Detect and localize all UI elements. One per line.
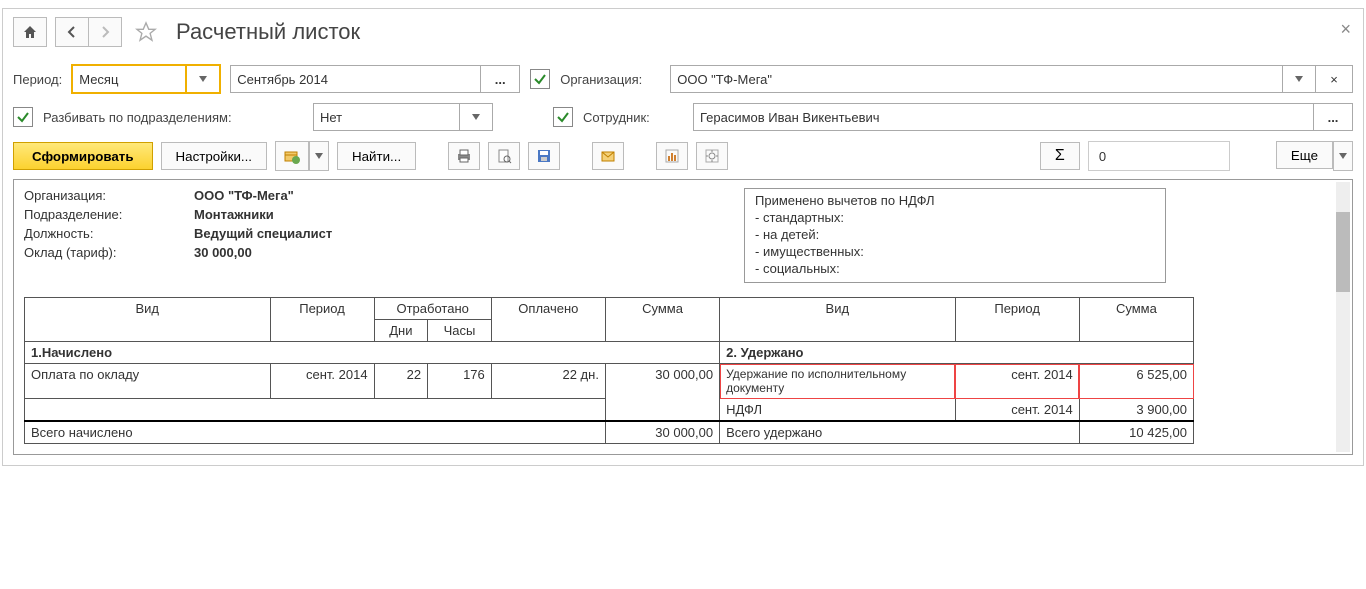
deduction-standard: - стандартных:: [755, 210, 1155, 225]
th-paid: Оплачено: [491, 298, 605, 342]
th-worked: Отработано: [374, 298, 491, 320]
org-select[interactable]: ООО "ТФ-Мега": [670, 65, 1283, 93]
org-label: Организация:: [560, 72, 660, 87]
deduction-property: - имущественных:: [755, 244, 1155, 259]
actions-dropdown[interactable]: [309, 141, 329, 171]
find-button[interactable]: Найти...: [337, 142, 416, 170]
report-area: Организация:ООО "ТФ-Мега" Подразделение:…: [13, 179, 1353, 455]
th-days: Дни: [374, 320, 428, 342]
sum-value: 0: [1088, 141, 1230, 171]
payslip-table: Вид Период Отработано Оплачено Сумма Вид…: [24, 297, 1194, 444]
period-kind-dropdown[interactable]: [186, 65, 220, 93]
th-type-l: Вид: [25, 298, 271, 342]
accrued-row-sum: 30 000,00: [605, 364, 719, 422]
actions-button[interactable]: [275, 141, 309, 171]
th-sum-r: Сумма: [1079, 298, 1193, 342]
info-org-label: Организация:: [24, 188, 194, 203]
favorite-star-icon[interactable]: [130, 18, 162, 46]
form-button[interactable]: Сформировать: [13, 142, 153, 170]
period-label: Период:: [13, 72, 62, 87]
th-period-l: Период: [270, 298, 374, 342]
email-button[interactable]: [592, 142, 624, 170]
emp-label: Сотрудник:: [583, 110, 683, 125]
total-accrued-sum: 30 000,00: [605, 421, 719, 444]
chart-button[interactable]: [656, 142, 688, 170]
info-sal-label: Оклад (тариф):: [24, 245, 194, 260]
total-accrued-label: Всего начислено: [25, 421, 606, 444]
withheld-row1-sum: 6 525,00: [1079, 364, 1193, 399]
deduction-children: - на детей:: [755, 227, 1155, 242]
org-checkbox[interactable]: [530, 69, 550, 89]
close-button[interactable]: ×: [1340, 19, 1351, 40]
info-dept-value: Монтажники: [194, 207, 274, 222]
info-pos-value: Ведущий специалист: [194, 226, 332, 241]
scrollbar[interactable]: [1336, 182, 1350, 452]
preview-button[interactable]: [488, 142, 520, 170]
accrued-row-name: Оплата по окладу: [25, 364, 271, 399]
info-sal-value: 30 000,00: [194, 245, 252, 260]
forward-button[interactable]: [88, 17, 122, 47]
info-org-value: ООО "ТФ-Мега": [194, 188, 294, 203]
emp-picker[interactable]: ...: [1314, 103, 1353, 131]
page-title: Расчетный листок: [176, 19, 360, 45]
split-dropdown[interactable]: [460, 103, 493, 131]
period-kind-select[interactable]: Месяц: [72, 65, 186, 93]
org-clear[interactable]: ×: [1316, 65, 1353, 93]
deduction-social: - социальных:: [755, 261, 1155, 276]
withheld-row2-name: НДФЛ: [720, 399, 955, 422]
settings-button[interactable]: Настройки...: [161, 142, 267, 170]
withheld-row2-sum: 3 900,00: [1079, 399, 1193, 422]
withheld-row2-period: сент. 2014: [955, 399, 1079, 422]
total-withheld-label: Всего удержано: [720, 421, 1080, 444]
split-label: Разбивать по подразделениям:: [43, 110, 303, 125]
split-value-select[interactable]: Нет: [313, 103, 460, 131]
total-withheld-sum: 10 425,00: [1079, 421, 1193, 444]
emp-select[interactable]: Герасимов Иван Викентьевич: [693, 103, 1314, 131]
save-button[interactable]: [528, 142, 560, 170]
th-type-r: Вид: [720, 298, 955, 342]
split-checkbox[interactable]: [13, 107, 33, 127]
withheld-row1-name: Удержание по исполнительному документу: [720, 364, 955, 399]
more-dropdown[interactable]: [1333, 141, 1353, 171]
org-dropdown[interactable]: [1283, 65, 1316, 93]
info-pos-label: Должность:: [24, 226, 194, 241]
th-period-r: Период: [955, 298, 1079, 342]
th-hours: Часы: [428, 320, 492, 342]
info-dept-label: Подразделение:: [24, 207, 194, 222]
section-accrued: 1.Начислено: [25, 342, 720, 364]
sum-button[interactable]: Σ: [1040, 142, 1080, 170]
withheld-row1-period: сент. 2014: [955, 364, 1079, 399]
print-button[interactable]: [448, 142, 480, 170]
section-withheld: 2. Удержано: [720, 342, 1194, 364]
deductions-title: Применено вычетов по НДФЛ: [755, 193, 1155, 208]
home-button[interactable]: [13, 17, 47, 47]
accrued-row-period: сент. 2014: [270, 364, 374, 399]
period-value-picker[interactable]: ...: [481, 65, 520, 93]
accrued-row-hours: 176: [428, 364, 492, 399]
settings-variant-button[interactable]: [696, 142, 728, 170]
accrued-row-paid: 22 дн.: [491, 364, 605, 399]
period-value-input[interactable]: Сентябрь 2014: [230, 65, 481, 93]
emp-checkbox[interactable]: [553, 107, 573, 127]
accrued-row-days: 22: [374, 364, 428, 399]
back-button[interactable]: [55, 17, 88, 47]
more-button[interactable]: Еще: [1276, 141, 1333, 169]
th-sum-l: Сумма: [605, 298, 719, 342]
deductions-box: Применено вычетов по НДФЛ - стандартных:…: [744, 188, 1166, 283]
